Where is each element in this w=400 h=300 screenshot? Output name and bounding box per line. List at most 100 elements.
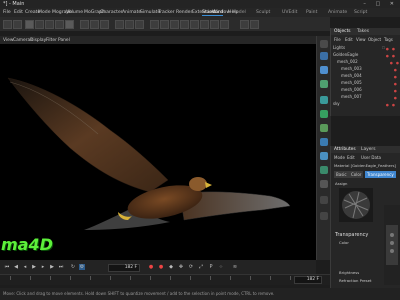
go-end-icon[interactable]: ⏭ [58, 264, 64, 270]
snapping-icon[interactable] [320, 166, 328, 174]
perspective-viewport[interactable] [0, 44, 316, 260]
prev-key-icon[interactable]: ◀ [13, 264, 19, 270]
timeline-ruler[interactable]: 182 F [0, 274, 330, 285]
go-start-icon[interactable]: ⏮ [4, 264, 10, 270]
polygons-mode-icon[interactable] [320, 110, 328, 118]
lock-y-icon[interactable] [80, 20, 89, 29]
floor-icon[interactable] [200, 20, 209, 29]
lock-workplane-icon[interactable] [320, 212, 328, 220]
fcurve-icon[interactable]: ≋ [232, 264, 238, 270]
rotation-key-icon[interactable]: ⟳ [188, 264, 194, 270]
window-title: *] - Main [3, 1, 25, 7]
tab-objects[interactable]: Objects [334, 29, 351, 34]
cube-icon[interactable] [150, 20, 159, 29]
object-row[interactable]: sky ● ● [333, 101, 399, 107]
camera-icon[interactable] [210, 20, 219, 29]
lock-x-icon[interactable] [65, 20, 74, 29]
object-row[interactable]: mesh_002 ● ● [333, 59, 400, 65]
point-level-icon[interactable]: ⁘ [218, 264, 224, 270]
scale-key-icon[interactable]: ⤢ [198, 264, 204, 270]
layout-tab-script[interactable]: Script [354, 10, 367, 15]
axis-mode-icon[interactable] [320, 138, 328, 146]
model-mode-icon[interactable] [320, 40, 328, 48]
tab-attributes[interactable]: Attributes [334, 147, 356, 152]
viewport-menu-view[interactable]: View [3, 38, 13, 43]
watermark-logo: ma4D [1, 235, 53, 254]
channel-tab-color[interactable]: Color [349, 171, 364, 178]
loop-icon[interactable]: ↻ [70, 264, 76, 270]
position-key-icon[interactable]: ✥ [178, 264, 184, 270]
current-frame-field[interactable]: 182 F [108, 264, 140, 272]
solo-icon[interactable] [320, 196, 328, 204]
tweak-mode-icon[interactable] [320, 152, 328, 160]
channel-tab-basic[interactable]: Basic [334, 171, 349, 178]
object-row[interactable]: mesh_004● ● [333, 73, 400, 79]
render-picture-viewer-icon[interactable] [125, 20, 134, 29]
pen-icon[interactable] [160, 20, 169, 29]
attr-menu-edit[interactable]: Edit [347, 155, 355, 160]
timeline-settings-icon[interactable]: ⚙ [79, 264, 85, 270]
obj-menu-file[interactable]: File [334, 37, 341, 42]
next-key-icon[interactable]: ▶ [49, 264, 55, 270]
attr-menu-userdata[interactable]: User Data [361, 155, 381, 160]
record-icon[interactable]: ● [148, 264, 154, 270]
channel-tab-transparency[interactable]: Transparency [365, 171, 396, 178]
param-key-icon[interactable]: P [208, 264, 214, 270]
layout-tab-animate[interactable]: Animate [328, 10, 347, 15]
subdivision-icon[interactable] [170, 20, 179, 29]
light-icon[interactable] [220, 20, 229, 29]
prev-frame-icon[interactable]: ◂ [22, 264, 28, 270]
obj-menu-tags[interactable]: Tags [384, 37, 393, 42]
texture-mode-icon[interactable] [320, 52, 328, 60]
redo-icon[interactable] [13, 20, 22, 29]
obj-menu-object[interactable]: Object [368, 37, 381, 42]
viewport-menu-panel[interactable]: Panel [58, 38, 70, 43]
uv-mode-icon[interactable] [320, 124, 328, 132]
layout-tab-paint[interactable]: Paint [306, 10, 317, 15]
layout-tab-sculpt[interactable]: Sculpt [256, 10, 270, 15]
end-frame-field[interactable]: 182 F [294, 276, 322, 284]
object-row[interactable]: mesh_003● ● [333, 66, 400, 72]
window-controls[interactable]: – □ ✕ [363, 0, 398, 8]
workplane-icon[interactable] [250, 20, 259, 29]
object-row[interactable]: Lights ☐ ● ● [333, 45, 399, 51]
viewport-menu-display[interactable]: Display [30, 38, 46, 43]
keyframe-selection-icon[interactable]: ◆ [168, 264, 174, 270]
live-selection-icon[interactable] [25, 20, 34, 29]
scale-tool-icon[interactable] [45, 20, 54, 29]
next-frame-icon[interactable]: ▸ [40, 264, 46, 270]
points-mode-icon[interactable] [320, 80, 328, 88]
array-icon[interactable] [180, 20, 189, 29]
bend-icon[interactable] [190, 20, 199, 29]
obj-menu-view[interactable]: View [356, 37, 366, 42]
object-row[interactable]: GoldenEagle ● ● [333, 52, 399, 58]
play-icon[interactable]: ▶ [31, 264, 37, 270]
attr-menu-mode[interactable]: Mode [334, 155, 345, 160]
color-label: Color [339, 240, 349, 245]
obj-menu-edit[interactable]: Edit [345, 37, 353, 42]
object-row[interactable]: mesh_005● ● [333, 80, 400, 86]
tab-takes[interactable]: Takes [357, 29, 369, 34]
autokey-icon[interactable]: ● [158, 264, 164, 270]
undo-icon[interactable] [3, 20, 12, 29]
snap-icon[interactable] [240, 20, 249, 29]
viewport-menu-filter[interactable]: Filter [46, 38, 57, 43]
tab-layers[interactable]: Layers [361, 147, 376, 152]
move-tool-icon[interactable] [35, 20, 44, 29]
object-row[interactable]: mesh_006● ● [333, 87, 400, 93]
object-row[interactable]: mesh_007● ● [333, 94, 400, 100]
layout-tab-uvedit[interactable]: UVEdit [282, 10, 297, 15]
coordinate-system-icon[interactable] [100, 20, 109, 29]
edges-mode-icon[interactable] [320, 96, 328, 104]
object-label: mesh_003 [341, 66, 362, 71]
lock-z-icon[interactable] [90, 20, 99, 29]
workplane-mode-icon[interactable] [320, 180, 328, 188]
sphere-icon[interactable] [320, 66, 328, 74]
rotate-tool-icon[interactable] [55, 20, 64, 29]
render-view-icon[interactable] [115, 20, 124, 29]
main-toolbar [0, 17, 330, 31]
layout-tab-model[interactable]: Model [232, 10, 246, 15]
object-label: mesh_006 [341, 87, 362, 92]
render-settings-icon[interactable] [135, 20, 144, 29]
layout-tab-standard[interactable]: Standard [202, 10, 223, 16]
